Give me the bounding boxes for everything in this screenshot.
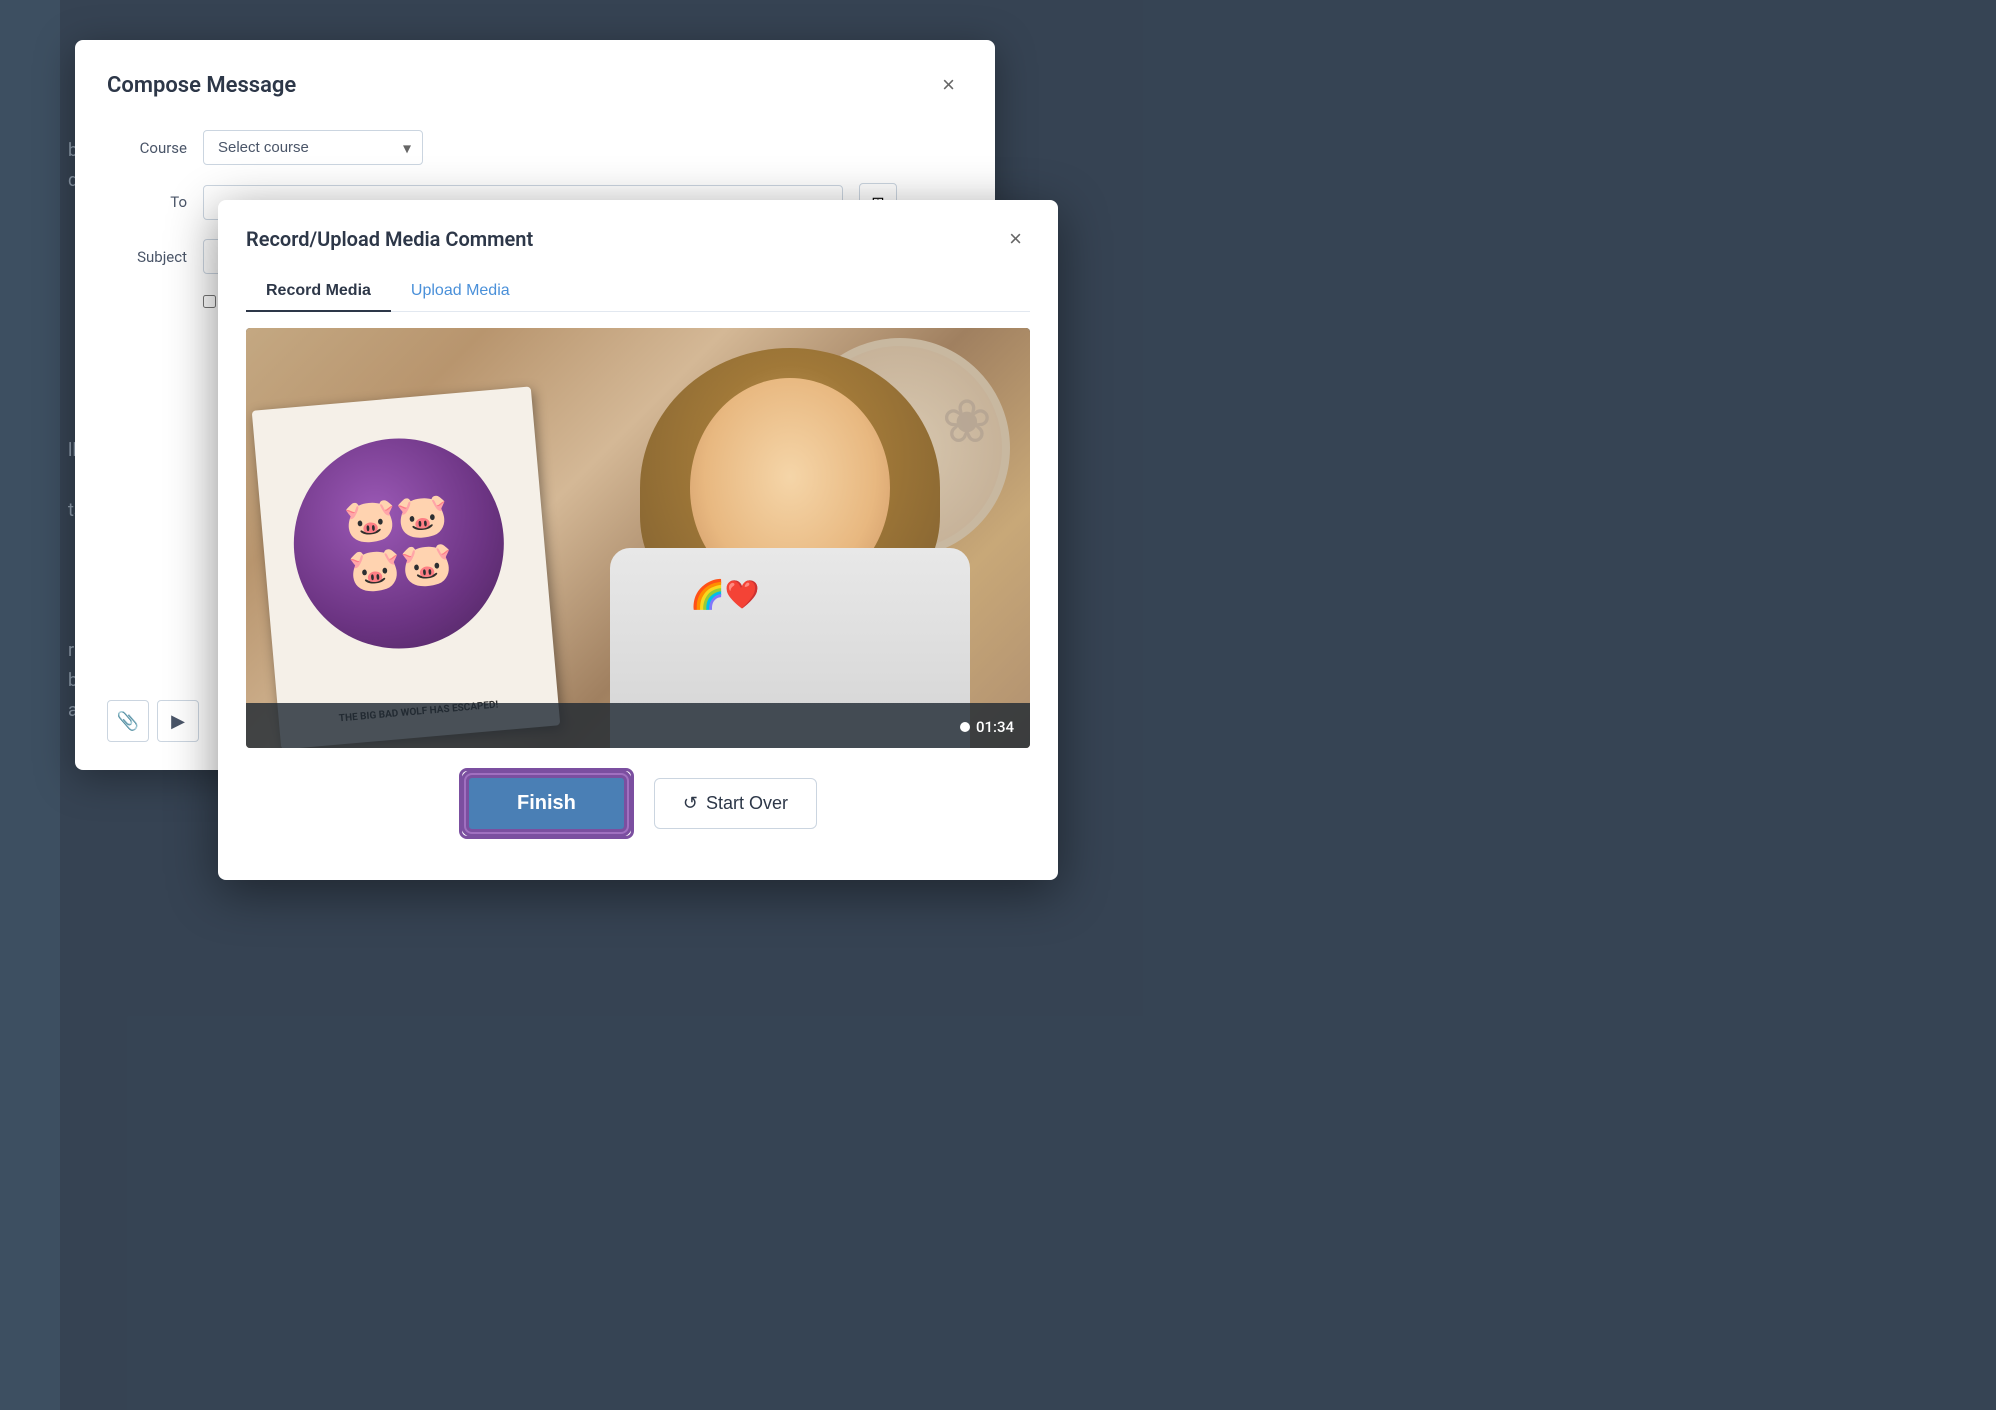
start-over-icon: ↺ bbox=[683, 793, 698, 814]
to-label: To bbox=[107, 193, 187, 211]
course-select-wrapper: Select course bbox=[203, 130, 423, 165]
sidebar bbox=[0, 0, 60, 1410]
course-select[interactable]: Select course bbox=[203, 130, 423, 165]
finish-button[interactable]: Finish bbox=[466, 775, 627, 832]
media-actions: Finish ↺ Start Over bbox=[246, 768, 1030, 839]
book: 🐷🐷🐷🐷 THE BIG BAD WOLF HAS ESCAPED! bbox=[252, 386, 561, 748]
media-close-button[interactable]: × bbox=[1001, 224, 1030, 254]
finish-button-wrapper: Finish bbox=[459, 768, 634, 839]
timer-value: 01:34 bbox=[976, 718, 1014, 736]
compose-toolbar: 📎 ▶ bbox=[107, 700, 199, 742]
video-controls-bar: 01:34 bbox=[246, 703, 1030, 748]
tab-upload-media[interactable]: Upload Media bbox=[391, 272, 530, 312]
video-timer: 01:34 bbox=[960, 718, 1014, 736]
media-modal-header: Record/Upload Media Comment × bbox=[246, 224, 1030, 254]
media-button[interactable]: ▶ bbox=[157, 700, 199, 742]
media-modal-title: Record/Upload Media Comment bbox=[246, 227, 533, 251]
tab-record-media[interactable]: Record Media bbox=[246, 272, 391, 312]
person-silhouette: 🌈❤️ bbox=[490, 328, 990, 748]
attachment-button[interactable]: 📎 bbox=[107, 700, 149, 742]
subject-label: Subject bbox=[107, 248, 187, 266]
book-illustration-icon: 🐷🐷🐷🐷 bbox=[342, 490, 455, 597]
media-icon: ▶ bbox=[171, 711, 185, 732]
video-background: ✿ ❀ ✾ 🌈❤️ 🐷🐷🐷🐷 bbox=[246, 328, 1030, 748]
book-illustration: 🐷🐷🐷🐷 bbox=[285, 430, 513, 658]
course-label: Course bbox=[107, 139, 187, 157]
start-over-label: Start Over bbox=[706, 793, 788, 814]
send-checkbox[interactable] bbox=[203, 295, 216, 308]
start-over-button[interactable]: ↺ Start Over bbox=[654, 778, 817, 829]
timer-dot bbox=[960, 722, 970, 732]
compose-modal-title: Compose Message bbox=[107, 73, 296, 98]
compose-modal-header: Compose Message × bbox=[107, 68, 963, 102]
course-row: Course Select course bbox=[107, 130, 963, 165]
compose-close-button[interactable]: × bbox=[934, 68, 963, 102]
video-container: ✿ ❀ ✾ 🌈❤️ 🐷🐷🐷🐷 bbox=[246, 328, 1030, 748]
attachment-icon: 📎 bbox=[117, 711, 139, 732]
shirt-heart-icon: 🌈❤️ bbox=[690, 578, 760, 611]
media-modal: Record/Upload Media Comment × Record Med… bbox=[218, 200, 1058, 880]
media-tabs: Record Media Upload Media bbox=[246, 272, 1030, 312]
